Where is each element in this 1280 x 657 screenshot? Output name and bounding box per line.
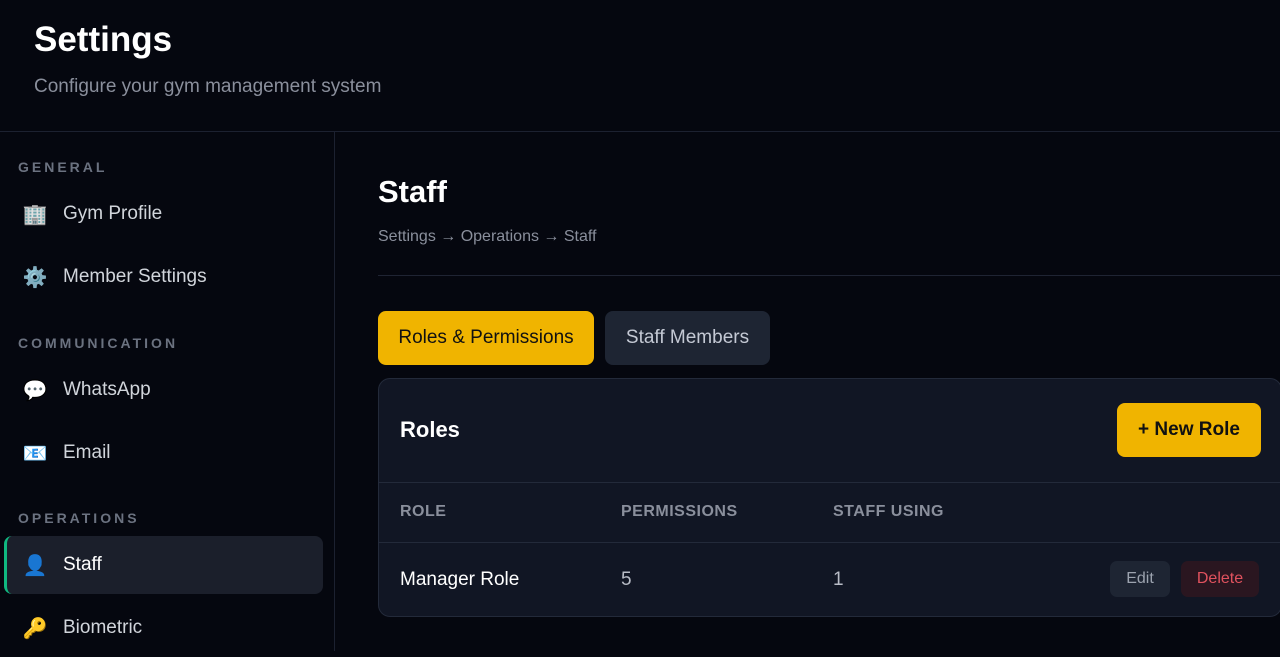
sidebar-item-label: Biometric [63, 617, 143, 638]
sidebar-section-communication: COMMUNICATION [18, 335, 179, 351]
building-icon: 🏢 [22, 203, 48, 226]
tab-roles-permissions[interactable]: Roles & Permissions [378, 311, 594, 365]
sidebar-item-label: Member Settings [63, 266, 207, 287]
edit-button[interactable]: Edit [1110, 561, 1170, 597]
delete-button[interactable]: Delete [1181, 561, 1259, 597]
staff-using-count: 1 [833, 569, 844, 590]
speech-bubble-icon: 💬 [22, 379, 48, 402]
divider [379, 482, 1280, 483]
sidebar-item-biometric[interactable]: 🔑 Biometric [4, 599, 323, 657]
section-title: Staff [378, 174, 447, 209]
permissions-count: 5 [621, 569, 632, 590]
new-role-button[interactable]: + New Role [1117, 403, 1261, 457]
email-icon: 📧 [22, 442, 48, 465]
sidebar-item-label: Staff [63, 554, 102, 575]
column-header-staff-using: STAFF USING [833, 503, 944, 520]
sidebar-item-staff[interactable]: 👤 Staff [4, 536, 323, 594]
page-header: Settings Configure your gym management s… [0, 0, 1280, 132]
page-subtitle: Configure your gym management system [34, 76, 382, 97]
sidebar-item-label: Gym Profile [63, 203, 163, 224]
sidebar-item-member-settings[interactable]: ⚙️ Member Settings [4, 248, 323, 306]
tab-staff-members[interactable]: Staff Members [605, 311, 770, 365]
sidebar-section-general: GENERAL [18, 159, 108, 175]
column-header-permissions: PERMISSIONS [621, 503, 738, 520]
divider [379, 542, 1280, 543]
page-title: Settings [34, 20, 173, 59]
sidebar-item-label: WhatsApp [63, 379, 151, 400]
sidebar-section-operations: OPERATIONS [18, 510, 140, 526]
sidebar-item-label: Email [63, 442, 111, 463]
role-name: Manager Role [400, 569, 520, 590]
sidebar-item-email[interactable]: 📧 Email [4, 424, 323, 482]
sidebar-item-gym-profile[interactable]: 🏢 Gym Profile [4, 185, 323, 243]
divider [378, 275, 1280, 276]
person-icon: 👤 [22, 554, 48, 577]
settings-sidebar: GENERAL 🏢 Gym Profile ⚙️ Member Settings… [0, 132, 335, 651]
main-content: Staff Settings → Operations → Staff Role… [336, 132, 1280, 651]
column-header-role: ROLE [400, 503, 447, 520]
roles-card: Roles + New Role ROLE PERMISSIONS STAFF … [378, 378, 1280, 617]
key-icon: 🔑 [22, 617, 48, 640]
breadcrumb: Settings → Operations → Staff [378, 228, 597, 245]
gear-icon: ⚙️ [22, 266, 48, 289]
card-title: Roles [400, 417, 460, 442]
sidebar-item-whatsapp[interactable]: 💬 WhatsApp [4, 361, 323, 419]
